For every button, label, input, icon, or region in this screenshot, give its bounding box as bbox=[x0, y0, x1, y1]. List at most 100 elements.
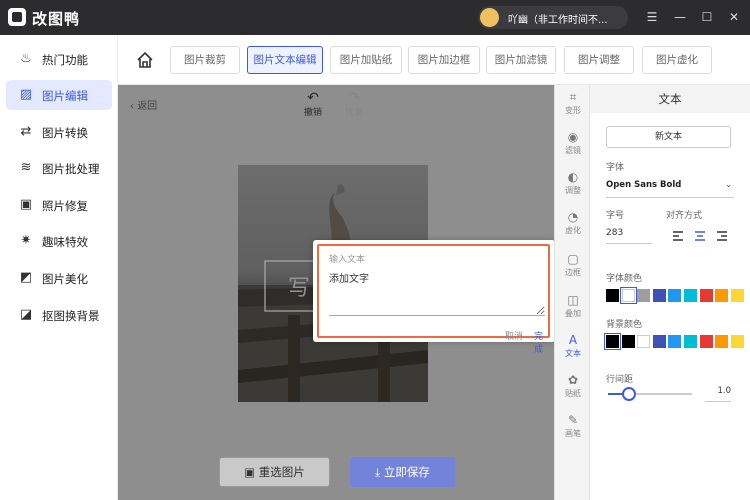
tab-sticker[interactable]: 图片加贴纸 bbox=[330, 46, 402, 74]
home-icon[interactable] bbox=[136, 51, 154, 69]
text-input-field[interactable]: 添加文字 bbox=[329, 270, 545, 316]
tab-border[interactable]: 图片加边框 bbox=[408, 46, 480, 74]
menu-icon[interactable]: ☰ bbox=[644, 9, 660, 25]
tool-sticker[interactable]: ✿ 贴纸 bbox=[555, 368, 591, 408]
color-swatch[interactable] bbox=[637, 335, 651, 348]
save-icon: ⤓ bbox=[375, 465, 384, 479]
image-icon: ▣ bbox=[244, 465, 259, 479]
user-account[interactable]: 吖幽（非工作时间不... bbox=[478, 6, 628, 29]
minimize-icon[interactable]: — bbox=[672, 9, 688, 25]
text-input-dialog: 输入文本 添加文字 取消 完成 bbox=[313, 240, 555, 355]
color-swatch[interactable] bbox=[684, 289, 697, 302]
tab-crop[interactable]: 图片裁剪 bbox=[170, 46, 240, 74]
fire-icon: ♨ bbox=[20, 51, 32, 66]
filter-icon: ◉ bbox=[567, 130, 579, 144]
reselect-label: 重选图片 bbox=[258, 465, 305, 479]
tool-adjust[interactable]: ◐ 调整 bbox=[555, 165, 591, 205]
chevron-down-icon: ⌄ bbox=[725, 180, 732, 189]
reselect-image-button[interactable]: ▣ 重选图片 bbox=[219, 457, 330, 487]
dialog-done-button[interactable]: 完成 bbox=[534, 329, 548, 355]
border-icon: ▢ bbox=[567, 252, 579, 266]
tool-label: 调整 bbox=[565, 186, 581, 195]
sidebar-item-batch[interactable]: ≋ 图片批处理 bbox=[6, 153, 112, 183]
sidebar-item-label: 图片转换 bbox=[42, 126, 88, 140]
align-left-icon[interactable] bbox=[672, 230, 684, 242]
image-edit-icon: ▨ bbox=[19, 87, 33, 102]
color-swatch[interactable] bbox=[621, 335, 635, 348]
tool-border[interactable]: ▢ 边框 bbox=[555, 247, 591, 287]
sticker-icon: ✿ bbox=[567, 373, 579, 387]
color-swatch[interactable] bbox=[684, 335, 697, 348]
effects-icon: ✷ bbox=[20, 233, 32, 248]
color-swatch[interactable] bbox=[730, 289, 744, 302]
tool-transform[interactable]: ⌗ 变形 bbox=[555, 85, 591, 125]
font-select[interactable]: Open Sans Bold ⌄ bbox=[606, 180, 734, 198]
font-size-input[interactable]: 283 bbox=[606, 228, 652, 244]
tool-label: 变形 bbox=[565, 106, 581, 115]
tool-overlay[interactable]: ◫ 叠加 bbox=[555, 288, 591, 328]
dialog-cancel-button[interactable]: 取消 bbox=[505, 329, 523, 342]
color-swatch[interactable] bbox=[699, 335, 713, 348]
dialog-label: 输入文本 bbox=[329, 255, 366, 265]
tool-brush[interactable]: ✎ 画笔 bbox=[555, 408, 591, 448]
color-swatch[interactable] bbox=[699, 289, 713, 302]
title-bar: 改图鸭 吖幽（非工作时间不... ☰ — ☐ ✕ bbox=[0, 0, 750, 35]
sidebar-item-label: 图片批处理 bbox=[42, 162, 100, 176]
tab-adjust[interactable]: 图片调整 bbox=[564, 46, 634, 74]
color-swatch[interactable] bbox=[604, 333, 621, 350]
sidebar-item-label: 图片美化 bbox=[42, 272, 88, 286]
sidebar-item-repair[interactable]: ▣ 照片修复 bbox=[6, 190, 112, 220]
tool-label: 贴纸 bbox=[565, 389, 581, 398]
app-title: 改图鸭 bbox=[32, 10, 81, 28]
close-icon[interactable]: ✕ bbox=[726, 9, 742, 25]
feature-toolbar: 图片裁剪 图片文本编辑 图片加贴纸 图片加边框 图片加滤镜 图片调整 图片虚化 bbox=[118, 35, 750, 85]
sidebar-item-beautify[interactable]: ◩ 图片美化 bbox=[6, 263, 112, 293]
slider-handle[interactable] bbox=[622, 387, 636, 401]
color-swatch[interactable] bbox=[668, 335, 682, 348]
tool-column: ⌗ 变形 ◉ 滤镜 ◐ 调整 ◔ 虚化 ▢ 边框 ◫ 叠加 A 文本 ✿ 贴纸 … bbox=[554, 85, 590, 500]
convert-icon: ⇄ bbox=[20, 124, 32, 139]
sidebar-item-convert[interactable]: ⇄ 图片转换 bbox=[6, 117, 112, 147]
sidebar-item-label: 热门功能 bbox=[42, 53, 88, 67]
new-text-button[interactable]: 新文本 bbox=[606, 126, 731, 148]
align-right-icon[interactable] bbox=[716, 230, 728, 242]
avatar[interactable] bbox=[480, 8, 499, 27]
save-now-button[interactable]: ⤓ 立即保存 bbox=[350, 457, 455, 487]
color-swatch[interactable] bbox=[715, 335, 729, 348]
color-swatch[interactable] bbox=[637, 289, 651, 302]
align-label: 对齐方式 bbox=[666, 211, 703, 221]
color-swatch[interactable] bbox=[715, 289, 729, 302]
overlay-icon: ◫ bbox=[567, 293, 579, 307]
sidebar-item-image-edit[interactable]: ▨ 图片编辑 bbox=[6, 80, 112, 110]
sidebar: ♨ 热门功能 ▨ 图片编辑 ⇄ 图片转换 ≋ 图片批处理 ▣ 照片修复 ✷ 趣味… bbox=[0, 35, 118, 500]
tab-blur[interactable]: 图片虚化 bbox=[642, 46, 712, 74]
cutout-icon: ◪ bbox=[19, 307, 33, 322]
color-swatch[interactable] bbox=[652, 335, 666, 348]
line-spacing-value[interactable]: 1.0 bbox=[705, 386, 731, 402]
brush-icon: ✎ bbox=[567, 413, 579, 427]
user-name[interactable]: 吖幽（非工作时间不... bbox=[508, 11, 608, 26]
sidebar-item-cutout[interactable]: ◪ 抠图换背景 bbox=[6, 300, 112, 330]
line-spacing-slider[interactable] bbox=[608, 387, 692, 401]
sidebar-item-hot[interactable]: ♨ 热门功能 bbox=[6, 44, 112, 74]
tool-filter[interactable]: ◉ 滤镜 bbox=[555, 125, 591, 165]
sidebar-item-label: 抠图换背景 bbox=[42, 309, 100, 323]
tool-blur[interactable]: ◔ 虚化 bbox=[555, 205, 591, 245]
color-swatch[interactable] bbox=[619, 287, 637, 304]
color-swatch[interactable] bbox=[668, 289, 682, 302]
tool-label: 文本 bbox=[565, 349, 581, 358]
align-center-icon[interactable] bbox=[694, 230, 706, 242]
tool-text[interactable]: A 文本 bbox=[555, 328, 591, 368]
color-swatch[interactable] bbox=[606, 289, 619, 302]
tab-filter[interactable]: 图片加滤镜 bbox=[486, 46, 556, 74]
app-logo-icon bbox=[8, 8, 26, 26]
color-swatch[interactable] bbox=[652, 289, 666, 302]
maximize-icon[interactable]: ☐ bbox=[699, 9, 715, 25]
tool-label: 叠加 bbox=[565, 309, 581, 318]
dialog-highlight-frame: 输入文本 添加文字 取消 完成 bbox=[317, 244, 550, 355]
tool-label: 滤镜 bbox=[565, 146, 581, 155]
color-swatch[interactable] bbox=[730, 335, 744, 348]
sidebar-item-effects[interactable]: ✷ 趣味特效 bbox=[6, 226, 112, 256]
repair-icon: ▣ bbox=[19, 197, 33, 212]
tab-text-edit[interactable]: 图片文本编辑 bbox=[247, 46, 323, 74]
